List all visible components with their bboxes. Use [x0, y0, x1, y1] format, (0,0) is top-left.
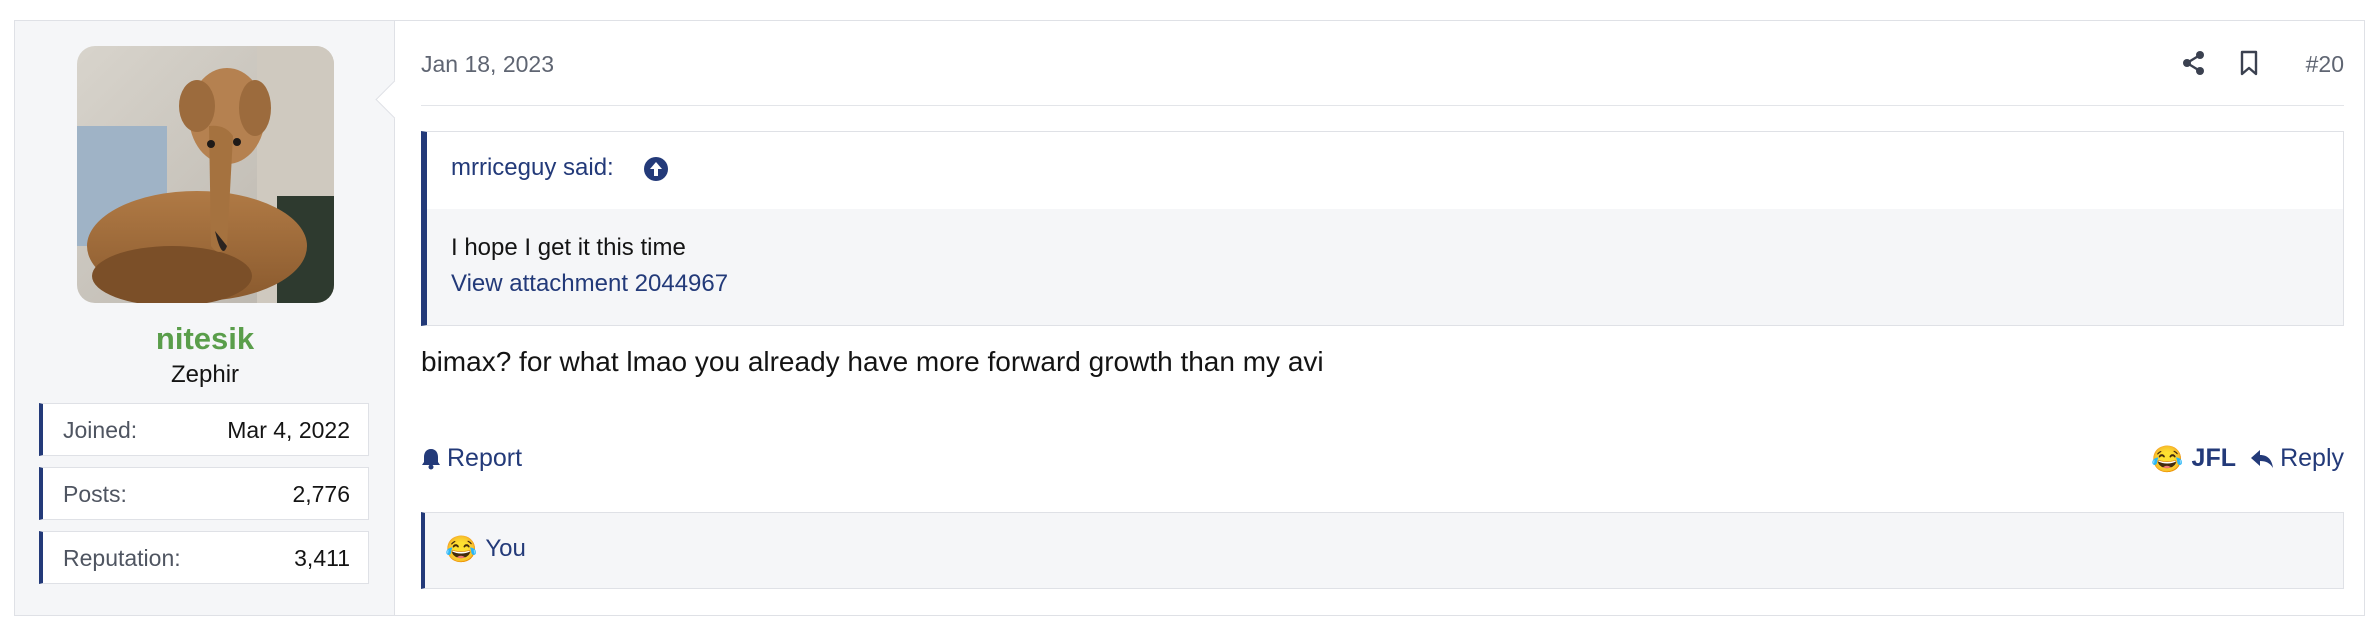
attachment-link[interactable]: View attachment 2044967 [451, 270, 728, 298]
reply-button[interactable]: Reply [2250, 444, 2344, 473]
report-button[interactable]: Report [421, 444, 522, 473]
stat-value: Mar 4, 2022 [227, 417, 350, 443]
stat-label: Joined: [63, 417, 138, 443]
stat-label: Posts: [63, 481, 127, 507]
reactions-bar[interactable]: 😂 You [421, 512, 2344, 589]
reaction-button[interactable]: 😂 JFL [2151, 444, 2236, 473]
post-date[interactable]: Jan 18, 2023 [421, 51, 554, 78]
quote-header: mrriceguy said: [427, 132, 2343, 209]
stat-joined: Joined: Mar 4, 2022 [39, 403, 369, 456]
bookmark-icon[interactable] [2234, 45, 2264, 81]
stat-posts: Posts: 2,776 [39, 467, 369, 520]
post-main: Jan 18, 2023 #20 mrriceguy said: I hope … [395, 21, 2364, 615]
stat-label: Reputation: [63, 545, 181, 571]
forum-post: nitesik Zephir Joined: Mar 4, 2022 Posts… [14, 20, 2365, 616]
post-body: bimax? for what lmao you already have mo… [421, 346, 1324, 377]
quote-block: mrriceguy said: I hope I get it this tim… [421, 131, 2344, 326]
stat-value: 3,411 [294, 545, 350, 571]
arrow-up-circle-icon[interactable] [643, 156, 669, 187]
stat-value: 2,776 [292, 481, 350, 507]
user-title: Zephir [170, 361, 240, 388]
header-divider [421, 105, 2344, 106]
post-number[interactable]: #20 [2306, 51, 2344, 78]
laugh-cry-emoji: 😂 [2151, 443, 2184, 474]
reply-label: Reply [2280, 444, 2344, 472]
avatar[interactable] [77, 46, 334, 303]
stat-reputation: Reputation: 3,411 [39, 531, 369, 584]
reply-icon [2251, 449, 2274, 468]
user-info-panel: nitesik Zephir Joined: Mar 4, 2022 Posts… [15, 21, 395, 615]
username[interactable]: nitesik [15, 321, 395, 357]
report-label: Report [447, 444, 523, 472]
quote-text: I hope I get it this time [451, 234, 686, 261]
quote-author[interactable]: mrriceguy said: [451, 154, 614, 182]
bell-icon [422, 448, 440, 469]
laugh-cry-emoji: 😂 [445, 534, 478, 564]
avatar-image [77, 46, 334, 303]
reactions-summary[interactable]: You [485, 535, 526, 563]
reaction-label: JFL [2191, 444, 2236, 472]
share-icon[interactable] [2179, 45, 2209, 81]
